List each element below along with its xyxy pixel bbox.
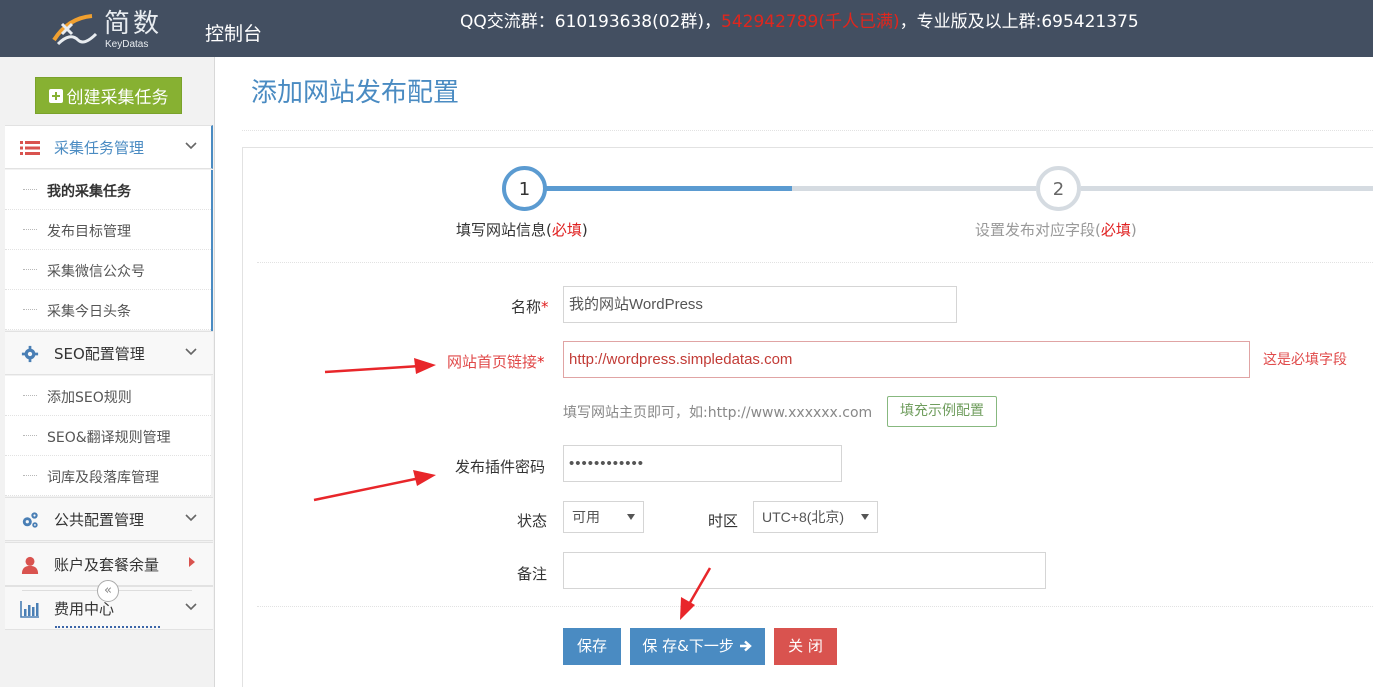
logo[interactable]: 简数 KeyDatas bbox=[48, 6, 178, 52]
timezone-label: 时区 bbox=[708, 512, 739, 530]
remark-label: 备注 bbox=[517, 565, 548, 583]
url-label-text: 网站首页链接 bbox=[447, 353, 538, 371]
name-input[interactable]: 我的网站WordPress bbox=[563, 286, 957, 323]
password-label: 发布插件密码 bbox=[455, 458, 546, 476]
name-label-text: 名称 bbox=[511, 298, 542, 316]
save-next-button[interactable]: 保 存&下一步 bbox=[630, 628, 765, 665]
logo-subtitle: KeyDatas bbox=[105, 39, 149, 50]
url-input[interactable]: http://wordpress.simpledatas.com bbox=[563, 341, 1250, 378]
arrow-right-icon bbox=[739, 640, 752, 652]
plus-icon bbox=[48, 88, 63, 103]
step-required: 必填 bbox=[551, 221, 582, 239]
gear-icon bbox=[21, 345, 39, 363]
url-label: 网站首页链接* bbox=[447, 351, 545, 372]
sidebar-item-my-tasks[interactable]: 我的采集任务 bbox=[5, 170, 211, 210]
chevron-down-icon bbox=[185, 514, 197, 522]
step-progress-pending-2 bbox=[1081, 186, 1373, 191]
chevron-down-icon bbox=[861, 514, 869, 520]
qq-prefix: QQ交流群：610193638(02群)， bbox=[460, 12, 722, 32]
sidebar-group-label: 账户及套餐余量 bbox=[54, 555, 160, 574]
sidebar-collapse-button[interactable]: « bbox=[97, 580, 119, 602]
bar-chart-icon bbox=[20, 601, 39, 618]
sidebar-group-label: SEO配置管理 bbox=[54, 344, 145, 363]
page-title: 添加网站发布配置 bbox=[251, 78, 460, 108]
steps-divider bbox=[257, 262, 1373, 263]
timezone-select[interactable]: UTC+8(北京) bbox=[753, 501, 878, 533]
sidebar-item-toutiao[interactable]: 采集今日头条 bbox=[5, 290, 211, 330]
chevron-down-icon bbox=[627, 514, 635, 520]
step-progress-done bbox=[546, 186, 792, 191]
password-input[interactable]: •••••••••••• bbox=[563, 445, 842, 482]
form-divider bbox=[257, 606, 1373, 607]
sidebar-group-task-management[interactable]: 采集任务管理 bbox=[5, 125, 213, 169]
status-select-value: 可用 bbox=[572, 509, 600, 525]
console-title[interactable]: 控制台 bbox=[205, 19, 262, 46]
save-button[interactable]: 保存 bbox=[563, 628, 621, 665]
user-icon bbox=[21, 556, 39, 574]
status-label: 状态 bbox=[517, 512, 548, 530]
step-required: 必填 bbox=[1100, 221, 1131, 239]
sidebar-item-label: 我的采集任务 bbox=[47, 184, 131, 200]
create-task-button[interactable]: 创建采集任务 bbox=[35, 77, 182, 114]
sidebar-item-label: 采集微信公众号 bbox=[47, 264, 145, 280]
remark-input[interactable] bbox=[563, 552, 1046, 589]
name-label: 名称* bbox=[511, 296, 549, 317]
step-label-close: ) bbox=[581, 221, 588, 239]
sidebar-item-label: 词库及段落库管理 bbox=[47, 470, 159, 486]
step-1-label: 填写网站信息(必填) bbox=[456, 219, 588, 240]
chevron-down-icon bbox=[185, 142, 197, 150]
caret-right-icon bbox=[189, 557, 195, 567]
fill-example-button[interactable]: 填充示例配置 bbox=[887, 396, 997, 427]
list-icon bbox=[20, 141, 40, 155]
save-next-label: 保 存&下一步 bbox=[642, 637, 734, 655]
active-group-indicator bbox=[211, 170, 213, 331]
sidebar-group-label: 公共配置管理 bbox=[54, 510, 145, 529]
sidebar-item-add-seo-rule[interactable]: 添加SEO规则 bbox=[5, 376, 211, 416]
close-button[interactable]: 关 闭 bbox=[774, 628, 837, 665]
sidebar-group-public-config[interactable]: 公共配置管理 bbox=[5, 497, 213, 541]
step-label-text: 设置发布对应字段( bbox=[975, 221, 1101, 239]
sidebar-bottom-decoration bbox=[55, 626, 160, 630]
logo-mark-icon bbox=[52, 14, 98, 46]
top-bar: 简数 KeyDatas 控制台 QQ交流群：610193638(02群)，542… bbox=[0, 0, 1373, 57]
qq-full-group: 542942789(千人已满) bbox=[721, 12, 900, 32]
step-label-close: ) bbox=[1130, 221, 1137, 239]
qq-suffix: ，专业版及以上群:695421375 bbox=[899, 12, 1139, 32]
step-label-text: 填写网站信息( bbox=[456, 221, 552, 239]
url-error-message: 这是必填字段 bbox=[1263, 352, 1347, 368]
sidebar-item-publish-targets[interactable]: 发布目标管理 bbox=[5, 210, 211, 250]
chevron-down-icon bbox=[185, 348, 197, 356]
qq-group-info: QQ交流群：610193638(02群)，542942789(千人已满)，专业版… bbox=[460, 7, 1139, 32]
timezone-select-value: UTC+8(北京) bbox=[762, 509, 845, 525]
step-2-circle[interactable]: 2 bbox=[1036, 166, 1081, 211]
required-mark: * bbox=[537, 353, 545, 371]
gears-icon bbox=[22, 512, 38, 528]
sidebar-group-label: 采集任务管理 bbox=[54, 138, 145, 157]
required-mark: * bbox=[541, 298, 549, 316]
sidebar-item-wechat[interactable]: 采集微信公众号 bbox=[5, 250, 211, 290]
url-help-text: 填写网站主页即可，如:http://www.xxxxxx.com bbox=[563, 405, 873, 421]
sidebar-item-label: 采集今日头条 bbox=[47, 304, 131, 320]
step-2-label: 设置发布对应字段(必填) bbox=[975, 219, 1137, 240]
sidebar-item-label: 发布目标管理 bbox=[47, 224, 131, 240]
sidebar-item-label: 添加SEO规则 bbox=[47, 390, 132, 406]
status-select[interactable]: 可用 bbox=[563, 501, 644, 533]
sidebar-item-lexicon[interactable]: 词库及段落库管理 bbox=[5, 456, 211, 496]
step-progress-pending bbox=[792, 186, 1036, 191]
logo-name: 简数 bbox=[104, 9, 163, 39]
step-1-circle[interactable]: 1 bbox=[502, 166, 547, 211]
sidebar-item-seo-rules[interactable]: SEO&翻译规则管理 bbox=[5, 416, 211, 456]
chevron-down-icon bbox=[185, 603, 197, 611]
title-divider bbox=[242, 130, 1373, 131]
sidebar-group-seo[interactable]: SEO配置管理 bbox=[5, 331, 213, 375]
sidebar-item-label: SEO&翻译规则管理 bbox=[47, 430, 171, 446]
create-task-label: 创建采集任务 bbox=[66, 88, 169, 108]
